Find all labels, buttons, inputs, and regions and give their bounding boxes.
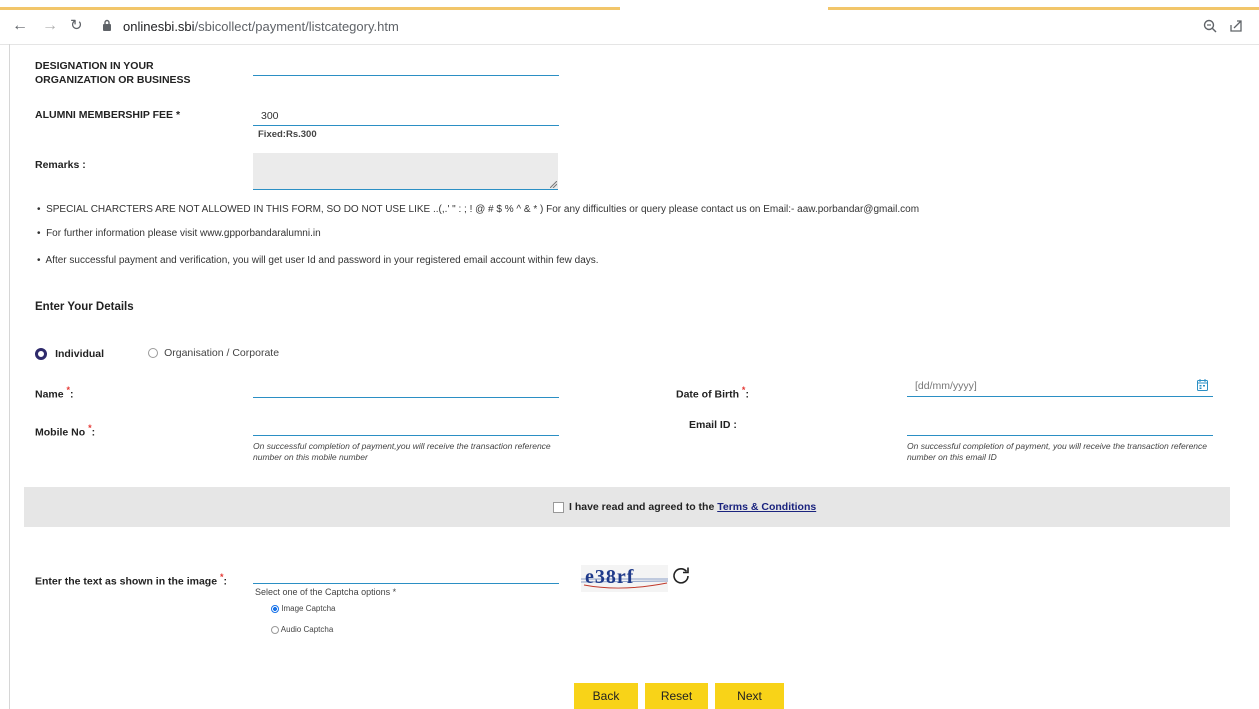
reset-button[interactable]: Reset [645,683,708,709]
mobile-input[interactable] [253,435,559,436]
mobile-hint: On successful completion of payment,you … [253,441,551,462]
zoom-icon[interactable] [1203,19,1217,37]
email-hint: On successful completion of payment, you… [907,441,1208,462]
audio-captcha-label: Audio Captcha [280,625,334,634]
required-asterisk: * [88,423,92,433]
required-asterisk: * [66,385,71,395]
lock-icon[interactable] [102,19,112,35]
captcha-label: Enter the text as shown in the image *: [35,572,227,588]
note-special-characters: • SPECIAL CHARCTERS ARE NOT ALLOWED IN T… [37,204,920,215]
required-asterisk: * [219,572,224,582]
share-icon[interactable] [1229,19,1243,37]
dob-underline [907,396,1213,397]
refresh-captcha-icon[interactable] [671,565,691,588]
image-captcha-option[interactable]: Image Captcha [271,604,336,613]
image-captcha-label: Image Captcha [281,604,336,613]
radio-selected-icon[interactable] [271,604,279,613]
individual-label: Individual [55,348,105,360]
tab-indicator-right [828,7,1259,10]
required-asterisk: * [741,385,746,395]
note-text: After successful payment and verificatio… [45,255,599,266]
email-input[interactable] [907,435,1213,436]
browser-toolbar: ← → ↻ onlinesbi.sbi/sbicollect/payment/l… [0,0,1259,45]
note-after-payment: • After successful payment and verificat… [37,255,599,266]
name-input[interactable] [253,397,559,398]
calendar-icon[interactable] [1197,379,1208,394]
fee-value: 300 [261,110,279,122]
organisation-label: Organisation / Corporate [164,347,280,359]
terms-prefix: I have read and agreed to the [569,501,715,513]
mobile-label: Mobile No *: [35,423,96,439]
captcha-input[interactable] [253,583,559,584]
captcha-label-text: Enter the text as shown in the image [35,575,218,588]
note-text: SPECIAL CHARCTERS ARE NOT ALLOWED IN THI… [46,204,920,215]
name-label-text: Name [35,388,64,401]
back-arrow-icon[interactable]: ← [12,18,28,34]
note-further-information: • For further information please visit w… [37,228,321,239]
resize-handle-icon[interactable] [550,181,557,188]
note-text: For further information please visit www… [46,228,321,239]
name-label: Name *: [35,385,74,401]
captcha-image: e38rf [581,565,668,592]
details-heading: Enter Your Details [35,301,134,313]
designation-label: DESIGNATION IN YOUR ORGANIZATION OR BUSI… [35,60,191,86]
captcha-select-label: Select one of the Captcha options * [255,587,397,597]
url-host: onlinesbi.sbi [123,19,195,34]
next-button[interactable]: Next [715,683,784,709]
reload-icon[interactable]: ↻ [70,18,83,34]
radio-selected-icon[interactable] [35,348,47,361]
audio-captcha-option[interactable]: Audio Captcha [271,625,333,634]
terms-band: I have read and agreed to the Terms & Co… [24,487,1230,527]
dob-label-text: Date of Birth [676,388,739,401]
dob-label: Date of Birth *: [676,385,749,401]
organisation-radio[interactable]: Organisation / Corporate [148,347,280,359]
terms-text: I have read and agreed to the Terms & Co… [569,501,816,513]
back-button[interactable]: Back [574,683,638,709]
terms-checkbox[interactable] [553,502,564,513]
dob-input[interactable]: [dd/mm/yyyy] [915,380,977,392]
radio-unselected-icon[interactable] [271,625,279,634]
designation-input[interactable] [253,75,559,76]
tab-indicator-left [0,7,620,10]
remarks-textarea[interactable] [253,153,558,190]
page-left-border [9,44,10,709]
forward-arrow-icon[interactable]: → [42,18,58,34]
fee-note: Fixed:Rs.300 [258,129,317,140]
address-bar[interactable]: onlinesbi.sbi/sbicollect/payment/listcat… [123,19,399,34]
fee-label: ALUMNI MEMBERSHIP FEE * [35,109,181,121]
fee-input[interactable] [253,125,559,126]
radio-unselected-icon[interactable] [148,348,158,359]
individual-radio[interactable]: Individual [35,347,104,361]
captcha-text: e38rf [585,566,635,588]
mobile-label-text: Mobile No [35,426,86,439]
remarks-label: Remarks : [35,159,86,171]
url-path: /sbicollect/payment/listcategory.htm [194,19,399,34]
terms-link[interactable]: Terms & Conditions [717,501,816,513]
email-label: Email ID : [689,419,737,431]
